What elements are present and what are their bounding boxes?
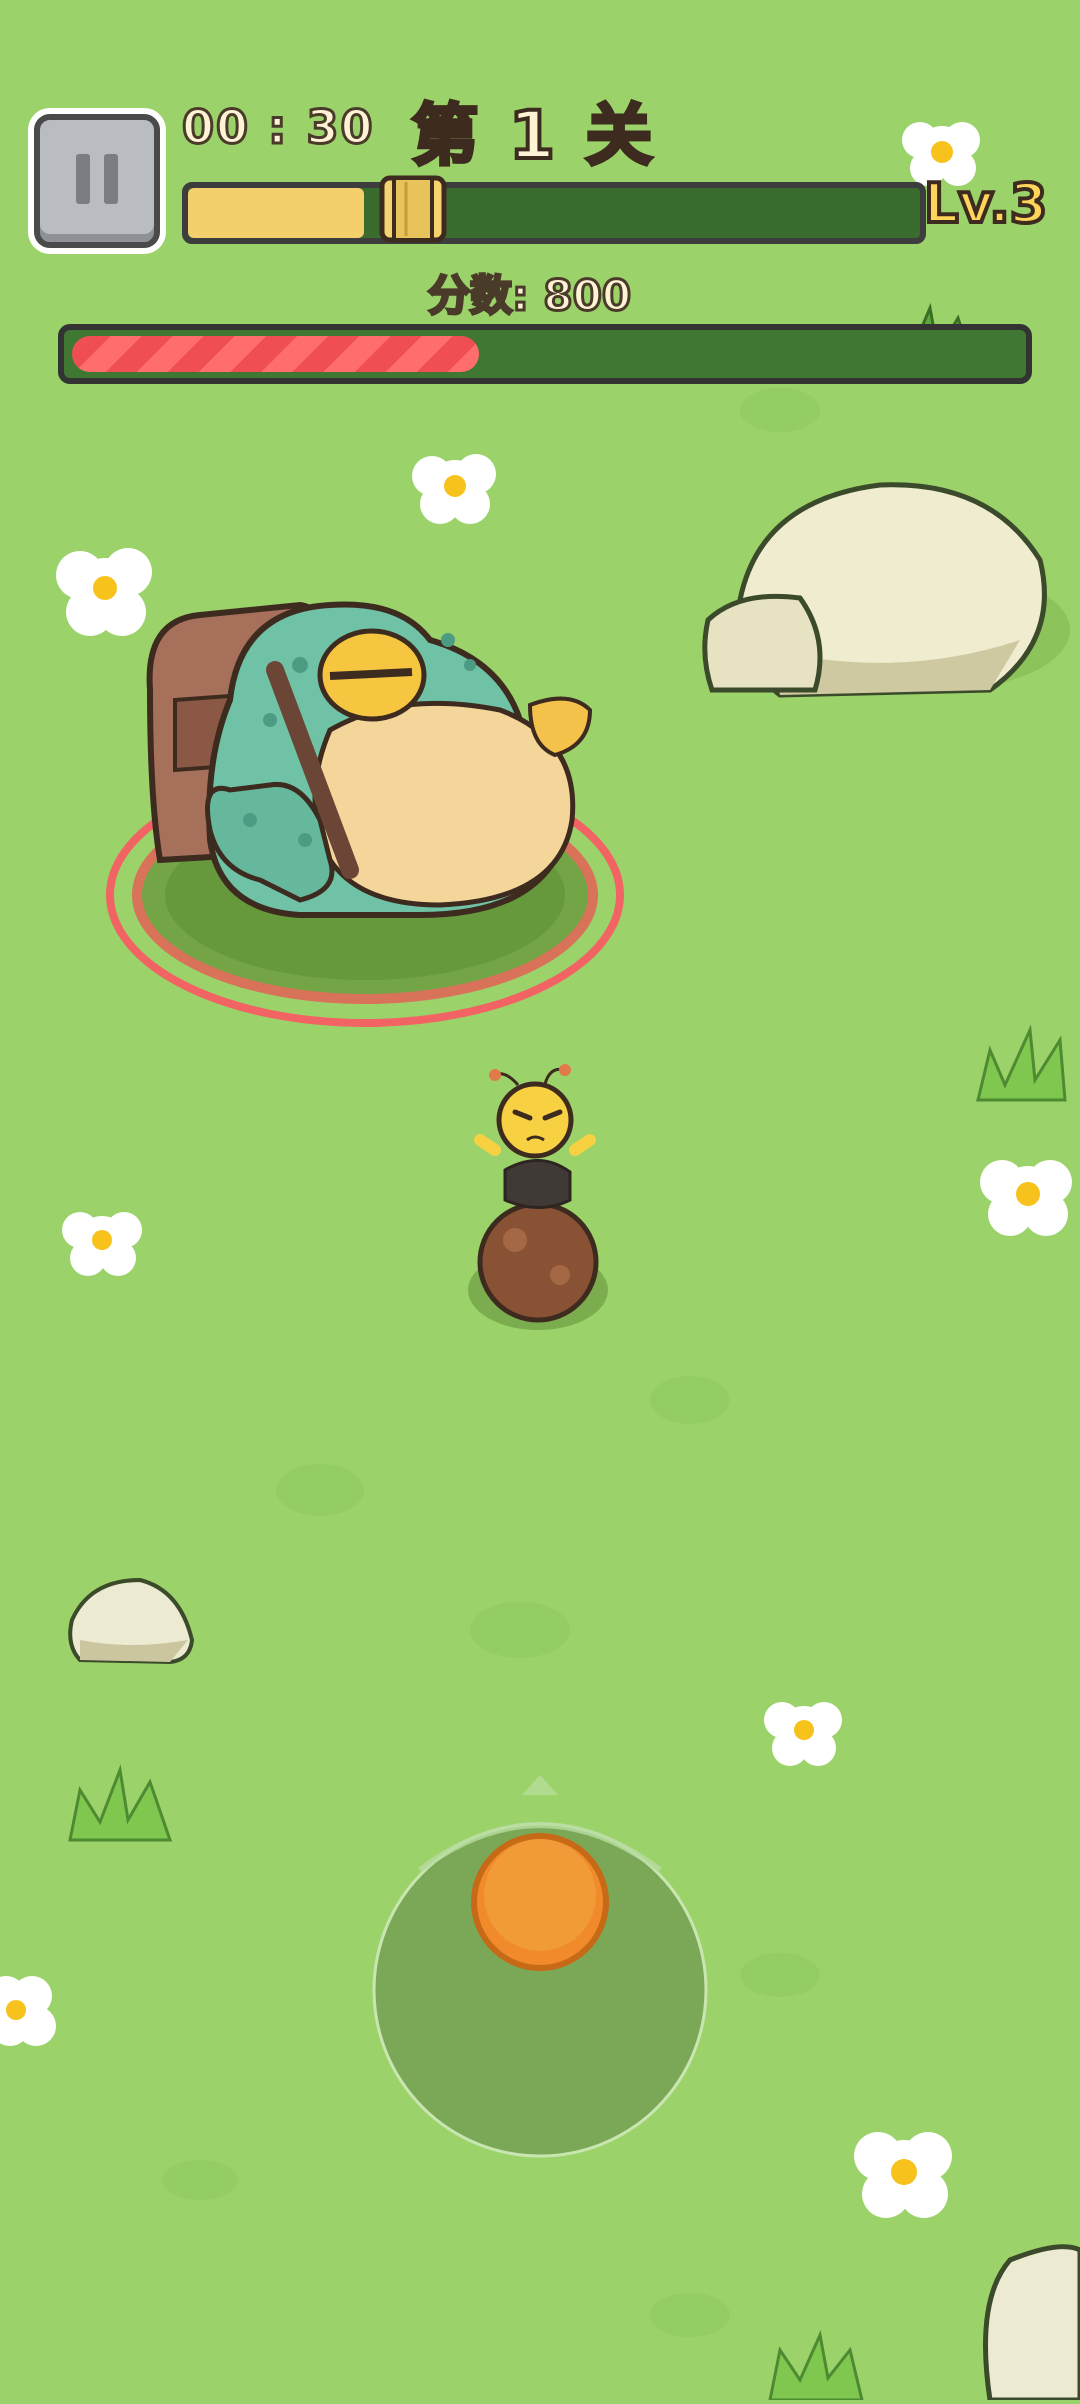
flower-icon (62, 1212, 142, 1276)
score: 分数: 800 (428, 262, 631, 323)
game-scene: 00 : 30 第 1 关 Lv.3 分数: 800 (0, 0, 1080, 2400)
player-level: Lv.3 (924, 172, 1047, 235)
timer: 00 : 30 (182, 100, 374, 154)
boss-hp-fill (72, 336, 479, 372)
stage-title: 第 1 关 (412, 82, 656, 178)
pause-button[interactable] (34, 114, 160, 248)
flower-icon (764, 1702, 842, 1766)
flower-icon (56, 548, 152, 636)
xp-scroll-icon (376, 172, 456, 252)
boss-hp-bar (58, 324, 1032, 384)
xp-bar (182, 182, 926, 244)
flower-icon (0, 1976, 56, 2046)
flower-icon (854, 2132, 952, 2218)
xp-bar-fill (188, 188, 364, 238)
pause-icon (76, 154, 90, 204)
flower-icon (412, 454, 496, 524)
flower-icon (980, 1160, 1072, 1236)
